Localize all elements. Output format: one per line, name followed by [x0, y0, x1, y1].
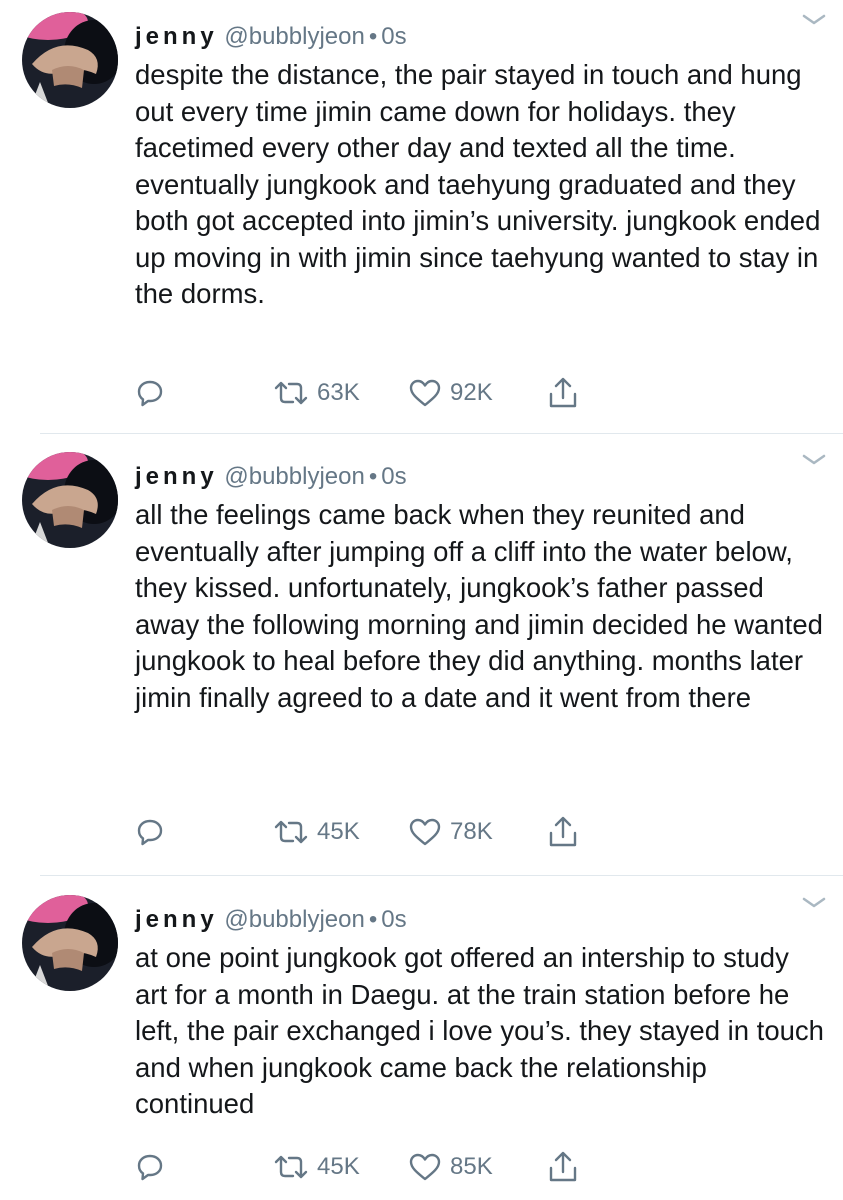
- like-count: 92K: [450, 379, 493, 406]
- retweet-button[interactable]: 63K: [273, 376, 360, 410]
- share-icon: [549, 377, 577, 408]
- separator-dot: •: [368, 906, 378, 933]
- chevron-down-icon[interactable]: [801, 895, 827, 911]
- heart-icon: [409, 818, 441, 846]
- reply-icon: [137, 380, 163, 407]
- retweet-count: 63K: [317, 379, 360, 406]
- avatar[interactable]: [22, 895, 118, 991]
- heart-icon: [409, 379, 441, 407]
- user-handle[interactable]: @bubblyjeon: [224, 23, 364, 50]
- like-button[interactable]: 78K: [408, 815, 493, 849]
- heart-icon: [409, 1153, 441, 1181]
- display-name[interactable]: jenny: [135, 463, 218, 490]
- tweet-actions: 45K 85K: [135, 1150, 595, 1184]
- share-button[interactable]: [547, 376, 579, 410]
- tweet-text: all the feelings came back when they reu…: [135, 499, 823, 713]
- tweet-divider: [40, 875, 843, 876]
- tweet-actions: 45K 78K: [135, 815, 595, 849]
- tweet-divider: [40, 433, 843, 434]
- reply-button[interactable]: [135, 815, 165, 849]
- like-button[interactable]: 92K: [408, 376, 493, 410]
- display-name[interactable]: jenny: [135, 23, 218, 50]
- tweet-header: jenny @bubblyjeon • 0s: [135, 905, 407, 935]
- like-count: 78K: [450, 818, 493, 845]
- retweet-button[interactable]: 45K: [273, 1150, 360, 1184]
- user-handle[interactable]: @bubblyjeon: [224, 463, 364, 490]
- reply-button[interactable]: [135, 376, 165, 410]
- retweet-icon: [274, 381, 308, 405]
- share-icon: [549, 816, 577, 847]
- retweet-icon: [274, 820, 308, 844]
- reply-icon: [137, 1154, 163, 1181]
- display-name[interactable]: jenny: [135, 906, 218, 933]
- like-count: 85K: [450, 1153, 493, 1180]
- separator-dot: •: [368, 23, 378, 50]
- timestamp[interactable]: 0s: [381, 463, 406, 490]
- retweet-count: 45K: [317, 1153, 360, 1180]
- timestamp[interactable]: 0s: [381, 23, 406, 50]
- avatar[interactable]: [22, 452, 118, 548]
- reply-button[interactable]: [135, 1150, 165, 1184]
- tweet-header: jenny @bubblyjeon • 0s: [135, 462, 407, 492]
- chevron-down-icon[interactable]: [801, 12, 827, 28]
- like-button[interactable]: 85K: [408, 1150, 493, 1184]
- tweet-text: at one point jungkook got offered an int…: [135, 942, 824, 1119]
- reply-icon: [137, 819, 163, 846]
- tweet-actions: 63K 92K: [135, 376, 595, 410]
- retweet-count: 45K: [317, 818, 360, 845]
- share-button[interactable]: [547, 1150, 579, 1184]
- user-handle[interactable]: @bubblyjeon: [224, 906, 364, 933]
- tweet-header: jenny @bubblyjeon • 0s: [135, 22, 407, 52]
- timestamp[interactable]: 0s: [381, 906, 406, 933]
- share-button[interactable]: [547, 815, 579, 849]
- share-icon: [549, 1151, 577, 1182]
- separator-dot: •: [368, 463, 378, 490]
- tweet-text: despite the distance, the pair stayed in…: [135, 59, 821, 309]
- chevron-down-icon[interactable]: [801, 452, 827, 468]
- retweet-icon: [274, 1155, 308, 1179]
- retweet-button[interactable]: 45K: [273, 815, 360, 849]
- avatar[interactable]: [22, 12, 118, 108]
